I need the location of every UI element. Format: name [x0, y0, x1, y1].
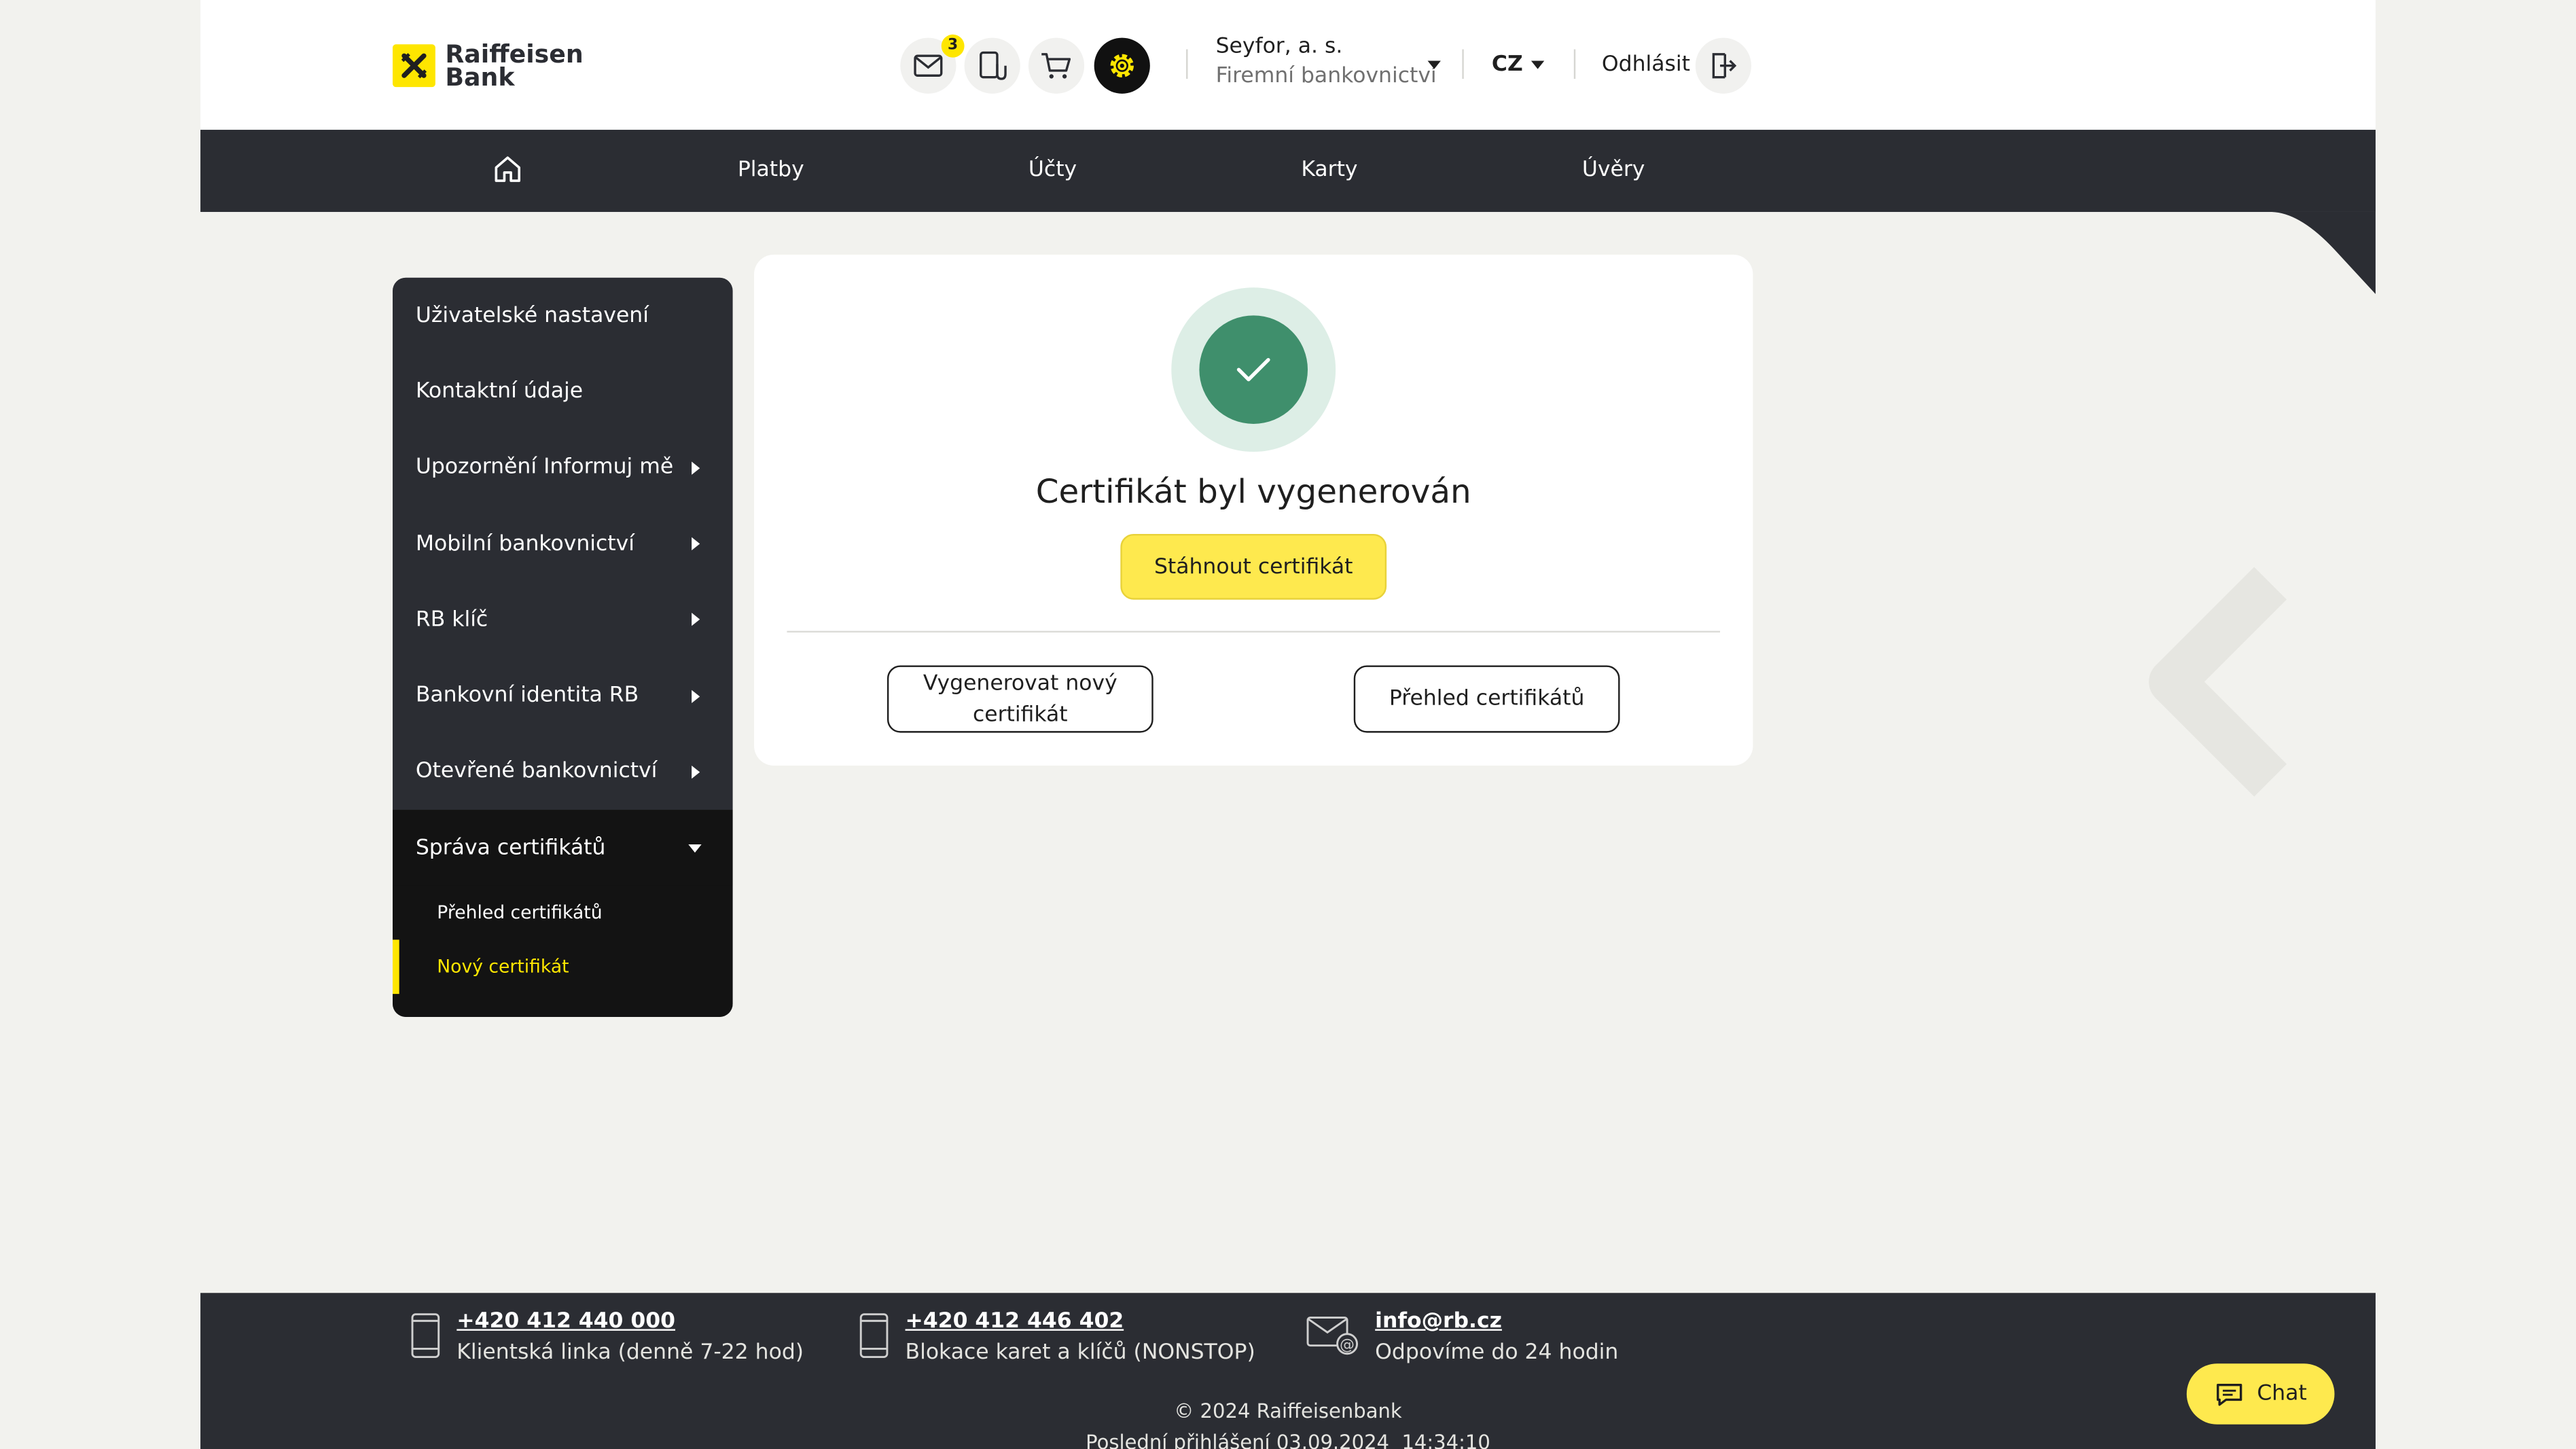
footer-phone-desc: Blokace karet a klíčů (NONSTOP) [905, 1340, 1255, 1365]
logout-button[interactable] [1695, 37, 1751, 94]
sidebar-item-notifications[interactable]: Upozornění Informuj mě [393, 430, 733, 506]
success-indicator [1171, 287, 1336, 452]
header-separator [1573, 49, 1576, 79]
active-indicator [392, 940, 399, 995]
raiffeisen-logo[interactable]: Raiffeisen Bank [392, 42, 584, 92]
footer-email-desc: Odpovíme do 24 hodin [1375, 1340, 1619, 1365]
footer-copyright: © 2024 Raiffeisenbank Poslední přihlášen… [200, 1397, 2376, 1449]
footer-phone-desc: Klientská linka (denně 7-22 hod) [457, 1340, 804, 1365]
header-separator [1462, 49, 1464, 79]
sidebar-item-contact-details[interactable]: Kontaktní údaje [393, 354, 733, 430]
chevron-right-icon [692, 689, 700, 703]
company-switcher[interactable]: Seyfor, a. s. Firemní bankovnictví [1216, 35, 1437, 89]
card-divider [787, 630, 1721, 633]
logout-icon [1712, 53, 1737, 79]
settings-sidebar: Uživatelské nastavení Kontaktní údaje Up… [392, 277, 733, 1017]
footer-phone-link[interactable]: +420 412 440 000 [457, 1309, 804, 1334]
documents-icon [980, 51, 1007, 80]
sidebar-submenu: Správa certifikátů Přehled certifikátů N… [392, 810, 733, 1017]
header-separator [1186, 49, 1188, 79]
checkmark-icon [1236, 357, 1270, 382]
certificate-result-card: Certifikát byl vygenerován Stáhnout cert… [754, 254, 1753, 766]
chat-icon [2216, 1382, 2242, 1406]
chevron-right-icon [692, 613, 700, 627]
chevron-right-icon [692, 537, 700, 551]
footer-contact-card-blocking: +420 412 446 402 Blokace karet a klíčů (… [859, 1309, 1255, 1365]
copyright-text: © 2024 Raiffeisenbank [1174, 1399, 1402, 1423]
phone-icon [859, 1313, 889, 1359]
company-chevron-down-icon[interactable] [1427, 60, 1441, 69]
chevron-right-icon [692, 765, 700, 779]
email-icon: @ [1306, 1317, 1359, 1355]
success-check-circle [1199, 315, 1308, 424]
chevron-down-icon [688, 844, 702, 853]
sidebar-item-label: Mobilní bankovnictví [415, 531, 634, 556]
settings-button[interactable] [1094, 37, 1150, 94]
sidebar-item-mobile-banking[interactable]: Mobilní bankovnictví [393, 506, 733, 582]
settings-icon [1110, 54, 1134, 77]
chevron-right-icon [692, 461, 700, 475]
sidebar-item-label: Bankovní identita RB [415, 683, 639, 709]
nav-item-karty[interactable]: Karty [1301, 158, 1357, 182]
sidebar-item-user-settings[interactable]: Uživatelské nastavení [393, 278, 733, 354]
sidebar-item-label: Správa certifikátů [415, 836, 606, 861]
sidebar-item-label: Upozornění Informuj mě [415, 455, 674, 480]
footer: +420 412 440 000 Klientská linka (denně … [200, 1293, 2376, 1449]
language-select[interactable]: CZ [1492, 52, 1523, 77]
sidebar-item-rb-key[interactable]: RB klíč [393, 582, 733, 658]
svg-text:@: @ [1340, 1337, 1355, 1354]
result-title: Certifikát byl vygenerován [1035, 471, 1471, 512]
download-certificate-button[interactable]: Stáhnout certifikát [1120, 533, 1387, 600]
sidebar-item-open-banking[interactable]: Otevřené bankovnictví [393, 734, 733, 810]
language-chevron-down-icon[interactable] [1531, 60, 1545, 69]
sidebar-item-bank-identity[interactable]: Bankovní identita RB [393, 658, 733, 734]
sidebar-item-label: Uživatelské nastavení [415, 303, 649, 328]
footer-contact-email: @ info@rb.cz Odpovíme do 24 hodin [1306, 1309, 1619, 1365]
chat-button[interactable]: Chat [2186, 1363, 2335, 1425]
phone-icon [411, 1313, 440, 1359]
generate-new-certificate-button[interactable]: Vygenerovat nový certifikát [887, 665, 1153, 733]
logout-link[interactable]: Odhlásit [1602, 52, 1690, 77]
mail-icon [914, 54, 943, 77]
logo-text: Raiffeisen Bank [445, 42, 583, 92]
logo-line2: Bank [445, 62, 515, 92]
sidebar-item-label: Kontaktní údaje [415, 379, 584, 404]
nav-item-ucty[interactable]: Účty [1028, 158, 1077, 182]
last-login-text: Poslední přihlášení 03.09.2024 14:34:10 [1086, 1431, 1490, 1449]
decorative-chevron [2149, 567, 2287, 797]
chat-label: Chat [2257, 1381, 2307, 1407]
sidebar-subitem-certificate-overview[interactable]: Přehled certifikátů [437, 902, 602, 923]
cart-icon [1041, 53, 1071, 79]
sidebar-item-certificate-management[interactable]: Správa certifikátů [392, 810, 733, 887]
sidebar-subitem-new-certificate[interactable]: Nový certifikát [437, 956, 569, 977]
company-name: Seyfor, a. s. [1215, 34, 1343, 60]
nav-item-uvery[interactable]: Úvěry [1582, 158, 1645, 182]
nav-item-platby[interactable]: Platby [738, 158, 804, 182]
raiffeisen-logo-icon [392, 44, 435, 88]
sidebar-item-label: RB klíč [415, 607, 488, 632]
messages-button[interactable]: 3 [900, 34, 965, 94]
decorative-corner [2204, 211, 2376, 294]
footer-phone-link[interactable]: +420 412 446 402 [906, 1309, 1255, 1334]
top-header: Raiffeisen Bank 3 Seyfor, a. s. Firemní … [200, 0, 2376, 130]
home-icon[interactable] [493, 154, 523, 190]
footer-contact-client-line: +420 412 440 000 Klientská linka (denně … [411, 1309, 804, 1365]
company-subtitle: Firemní bankovnictví [1215, 64, 1437, 89]
documents-button[interactable] [964, 37, 1020, 94]
messages-badge: 3 [941, 34, 965, 58]
sidebar-item-label: Otevřené bankovnictví [415, 759, 658, 785]
cart-button[interactable] [1028, 37, 1085, 94]
certificate-overview-button[interactable]: Přehled certifikátů [1353, 665, 1620, 733]
main-navigation: Platby Účty Karty Úvěry [200, 130, 2376, 212]
footer-email-link[interactable]: info@rb.cz [1375, 1309, 1618, 1334]
